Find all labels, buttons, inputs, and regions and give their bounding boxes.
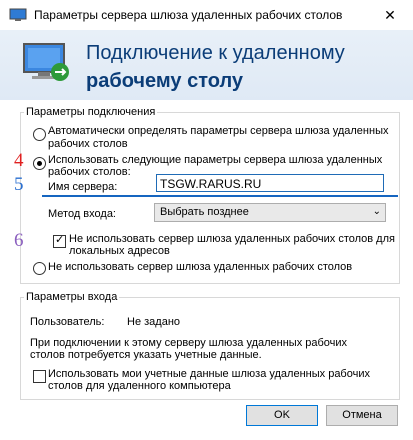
annotation-5: 5 (14, 174, 24, 195)
annotation-underline (42, 195, 398, 197)
title-bar[interactable]: Параметры сервера шлюза удаленных рабочи… (0, 0, 413, 30)
banner-title-line1: Подключение к удаленному (86, 42, 345, 64)
logon-method-label: Метод входа: (48, 208, 116, 220)
chevron-down-icon: ⌄ (372, 206, 381, 217)
auto-detect-label-line2[interactable]: рабочих столов (48, 138, 128, 150)
logon-method-select[interactable]: Выбрать позднее ⌄ (154, 203, 386, 222)
close-icon[interactable]: ✕ (367, 0, 413, 30)
logon-info-line1: При подключении к этому серверу шлюза уд… (30, 337, 348, 349)
user-value: Не задано (127, 316, 181, 328)
ok-button[interactable]: OK (246, 405, 318, 426)
server-name-label: Имя сервера: (48, 181, 118, 193)
logon-settings-legend: Параметры входа (24, 291, 120, 303)
no-gateway-radio[interactable] (33, 262, 46, 275)
reuse-credentials-label-line2[interactable]: столов для удаленного компьютера (48, 380, 231, 392)
use-settings-label-line1[interactable]: Использовать следующие параметры сервера… (48, 154, 382, 166)
bypass-local-label-line2[interactable]: локальных адресов (69, 245, 170, 257)
reuse-credentials-checkbox[interactable] (33, 370, 46, 383)
cancel-button[interactable]: Отмена (326, 405, 398, 426)
server-name-input[interactable]: TSGW.RARUS.RU (156, 174, 384, 192)
logon-method-value: Выбрать позднее (160, 206, 249, 218)
use-settings-radio[interactable] (33, 157, 46, 170)
auto-detect-radio[interactable] (33, 128, 46, 141)
connection-settings-legend: Параметры подключения (24, 106, 158, 118)
user-label: Пользователь: (30, 316, 105, 328)
annotation-6: 6 (14, 230, 24, 251)
remote-desktop-icon (9, 8, 27, 21)
header-banner: Подключение к удаленному рабочему столу (0, 30, 413, 100)
bypass-local-checkbox[interactable]: ✓ (53, 234, 66, 248)
use-settings-label-line2[interactable]: рабочих столов: (48, 166, 131, 178)
window-title: Параметры сервера шлюза удаленных рабочи… (34, 8, 343, 22)
auto-detect-label-line1[interactable]: Автоматически определять параметры серве… (48, 125, 388, 137)
logon-info-line2: столов потребуется указать учетные данны… (30, 349, 262, 361)
banner-title-line2: рабочему столу (86, 70, 244, 92)
checkmark-icon: ✓ (55, 234, 65, 246)
annotation-4: 4 (14, 150, 24, 171)
reuse-credentials-label-line1[interactable]: Использовать мои учетные данные шлюза уд… (48, 368, 370, 380)
no-gateway-label[interactable]: Не использовать сервер шлюза удаленных р… (48, 261, 352, 273)
monitor-connection-icon (23, 43, 69, 81)
bypass-local-label-line1[interactable]: Не использовать сервер шлюза удаленных р… (69, 233, 395, 245)
